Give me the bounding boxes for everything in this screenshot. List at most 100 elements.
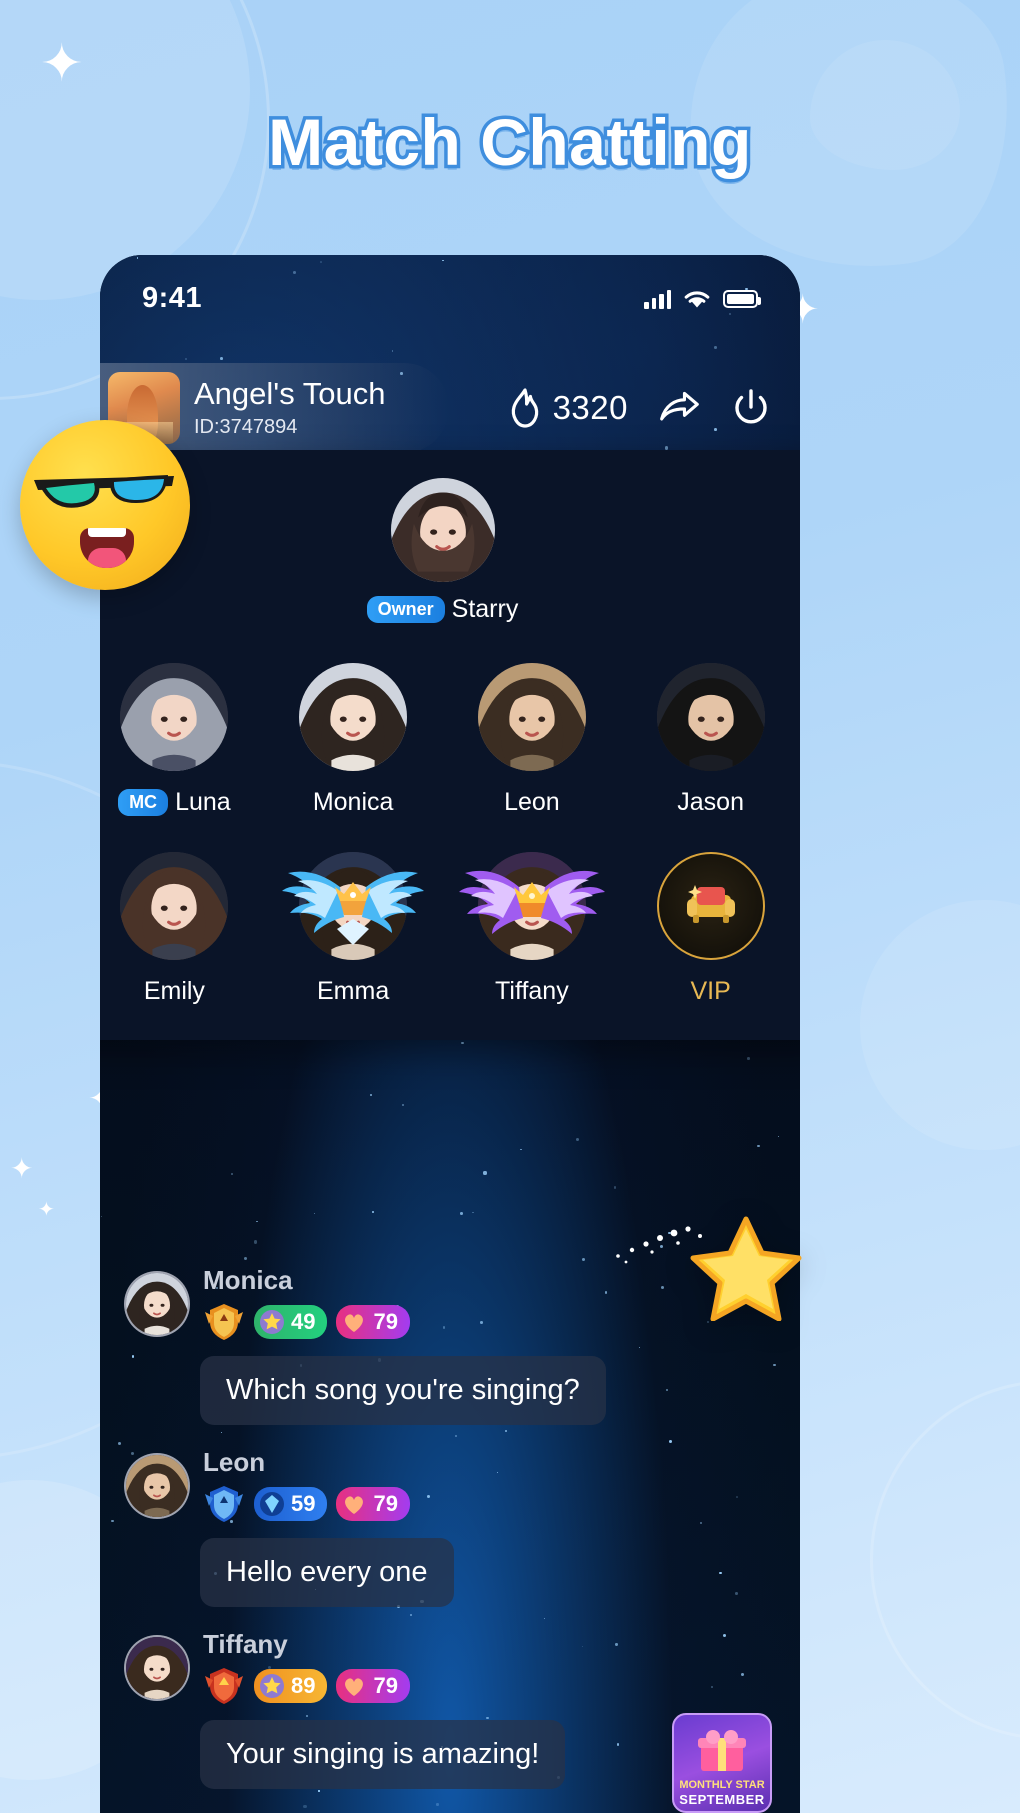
member-avatar	[120, 663, 229, 771]
chat-message: Monica 49 79 Which song you're singing?	[124, 1265, 776, 1425]
chat-avatar[interactable]	[124, 1270, 190, 1337]
member-seat-tiffany[interactable]: Tiffany	[458, 847, 605, 1006]
mc-badge: MC	[118, 788, 169, 817]
vip-label: VIP	[690, 977, 731, 1005]
avatar-portrait	[477, 663, 586, 771]
star-medal-icon	[259, 1673, 285, 1699]
sparkle-icon: ✦	[38, 1199, 55, 1221]
charm-value: 79	[373, 1491, 398, 1516]
member-avatar	[477, 663, 586, 771]
charm-badge: 79	[336, 1487, 410, 1521]
member-name: Luna	[175, 788, 231, 816]
wifi-icon	[684, 290, 710, 307]
avatar-portrait	[120, 663, 229, 771]
avatar-portrait	[390, 478, 495, 582]
monthly-card-month: SEPTEMBER	[679, 1792, 765, 1807]
status-bar: 9:41	[100, 282, 800, 315]
diamond-icon	[259, 1491, 285, 1517]
member-seat-jason[interactable]: Jason	[646, 658, 776, 817]
vip-seat-circle	[656, 852, 765, 960]
gold-star-sticker	[690, 1216, 802, 1321]
member-name: Leon	[504, 788, 560, 816]
star-medal-icon	[259, 1309, 285, 1335]
chat-sender-name: Tiffany	[203, 1629, 288, 1659]
chat-bubble: Your singing is amazing!	[200, 1720, 566, 1789]
sparkle-icon: ✦	[40, 35, 84, 93]
sparkle-icon: ✦	[10, 1153, 34, 1184]
deco-blob	[860, 900, 1020, 1150]
deco-arc	[870, 1380, 1020, 1740]
chat-message: Leon 59 79 Hello every one	[124, 1447, 776, 1607]
red-crest-icon	[203, 1666, 245, 1706]
owner-seat[interactable]: Owner Starry	[100, 478, 800, 624]
chat-sender-name: Monica	[203, 1265, 293, 1295]
room-header: Angel's Touch ID:3747894 3320	[100, 363, 800, 453]
member-avatar	[120, 852, 229, 960]
member-seat-emma[interactable]: Emma	[282, 847, 425, 1006]
member-name: Tiffany	[495, 977, 569, 1005]
member-avatar	[299, 663, 408, 771]
member-name: Monica	[312, 788, 394, 816]
monthly-star-card[interactable]: MONTHLY STAR SEPTEMBER	[672, 1713, 772, 1813]
charm-badge: 79	[336, 1669, 410, 1703]
avatar-portrait	[126, 1636, 188, 1699]
phone-mockup: 9:41 Angel's Touch ID:3747894 3320 Owner…	[100, 255, 800, 1813]
level-value: 49	[291, 1309, 316, 1334]
avatar-portrait	[477, 852, 586, 960]
member-seat-luna[interactable]: MC Luna	[109, 658, 239, 817]
heart-icon	[341, 1673, 367, 1699]
charm-value: 79	[373, 1673, 398, 1698]
avatar-portrait	[656, 663, 765, 771]
emoji-mouth	[80, 528, 134, 568]
member-avatar	[656, 663, 765, 771]
hot-count-indicator[interactable]: 3320	[507, 387, 628, 429]
chat-bubble: Hello every one	[200, 1538, 454, 1607]
member-name: Jason	[677, 788, 744, 816]
chat-avatar[interactable]	[124, 1634, 190, 1701]
power-off-icon[interactable]	[730, 387, 772, 429]
status-time: 9:41	[142, 282, 203, 314]
page-title: Match Chatting	[265, 102, 755, 183]
owner-avatar	[390, 478, 495, 582]
level-value: 59	[291, 1491, 316, 1516]
heart-icon	[341, 1491, 367, 1517]
level-badge: 59	[254, 1487, 328, 1521]
member-seat-emily[interactable]: Emily	[109, 847, 239, 1006]
chat-avatar[interactable]	[124, 1452, 190, 1519]
charm-badge: 79	[336, 1305, 410, 1339]
level-badge: 49	[254, 1305, 328, 1339]
gift-icon	[698, 1730, 746, 1771]
member-avatar	[299, 852, 408, 960]
member-name: Emily	[143, 977, 205, 1005]
sunglasses-icon	[34, 475, 174, 508]
level-badge: 89	[254, 1669, 328, 1703]
member-avatar	[477, 852, 586, 960]
chat-bubble: Which song you're singing?	[200, 1356, 606, 1425]
avatar-portrait	[299, 852, 408, 960]
avatar-portrait	[120, 852, 229, 960]
sofa-icon	[686, 885, 735, 923]
blue-crest-icon	[203, 1484, 245, 1524]
chat-sender-name: Leon	[203, 1447, 266, 1477]
sunglasses-smiley-emoji	[20, 420, 190, 590]
vip-seat[interactable]: VIP	[646, 847, 776, 1006]
avatar-portrait	[299, 663, 408, 771]
room-id: ID:3747894	[194, 415, 298, 438]
monthly-card-title: MONTHLY STAR	[679, 1779, 765, 1792]
gold-crest-icon	[203, 1302, 245, 1342]
avatar-portrait	[126, 1272, 188, 1335]
member-seat-leon[interactable]: Leon	[467, 658, 597, 817]
battery-icon	[723, 289, 761, 308]
member-grid: MC Luna Monica Leon Jason Emily Emma Tif…	[100, 658, 800, 1006]
flame-icon	[511, 388, 538, 428]
charm-value: 79	[373, 1309, 398, 1334]
owner-name: Starry	[451, 595, 519, 623]
share-arrow-icon[interactable]	[658, 387, 700, 429]
room-name: Angel's Touch	[194, 376, 386, 412]
owner-badge: Owner	[366, 595, 445, 624]
level-value: 89	[291, 1673, 316, 1698]
member-panel: Owner Starry MC Luna Monica Leon Jason E…	[100, 450, 800, 1040]
hot-count-value: 3320	[552, 389, 628, 426]
avatar-portrait	[126, 1454, 188, 1517]
member-seat-monica[interactable]: Monica	[288, 658, 418, 817]
